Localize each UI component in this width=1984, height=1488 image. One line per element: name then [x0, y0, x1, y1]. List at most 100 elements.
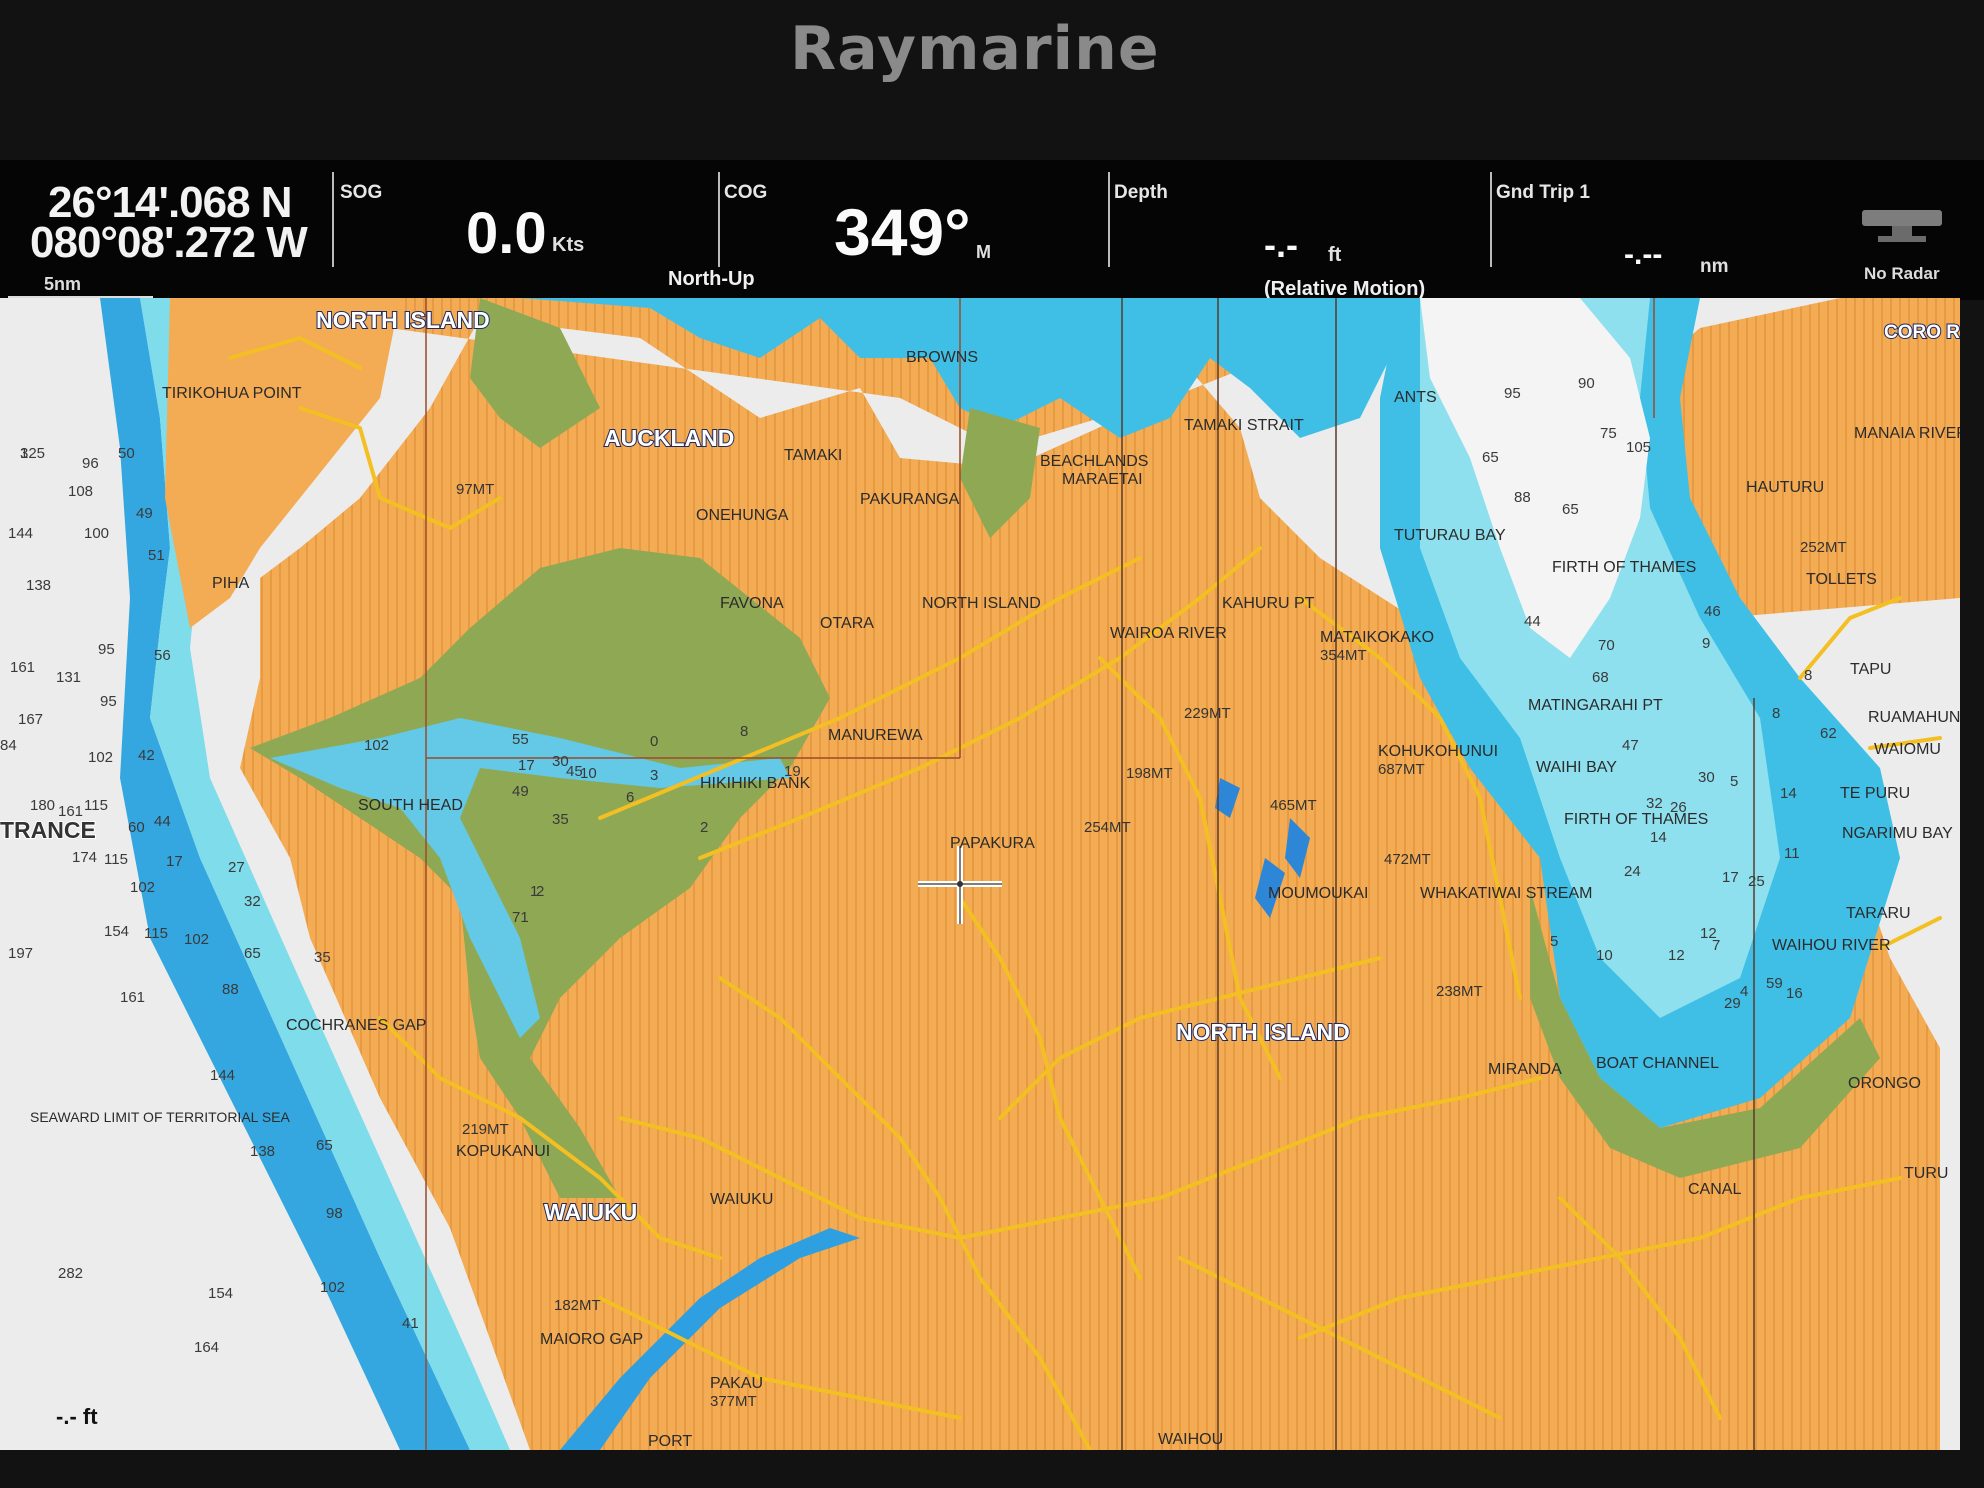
place-label: KAHURU PT: [1222, 595, 1315, 612]
depth-sounding: 47: [1622, 737, 1639, 754]
depth-sounding: 154: [208, 1285, 233, 1302]
depth-sounding: 35: [552, 811, 569, 828]
place-label: TAMAKI STRAIT: [1184, 417, 1304, 434]
depth-unit: ft: [1328, 244, 1342, 266]
depth-sounding: 144: [210, 1067, 235, 1084]
depth-sounding: 10: [580, 765, 597, 782]
depth-sounding: 60: [128, 819, 145, 836]
depth-sounding: 8: [1804, 667, 1812, 684]
gnd-trip-value: -.--: [1624, 238, 1663, 271]
height-label: 219MT: [462, 1121, 509, 1138]
depth-sounding: 95: [1504, 385, 1521, 402]
depth-label: Depth: [1114, 182, 1168, 203]
sog-label: SOG: [340, 182, 383, 203]
depth-sounding: 56: [154, 647, 171, 664]
place-label: KOHUKOHUNUI: [1378, 743, 1498, 760]
depth-sounding: 27: [228, 859, 245, 876]
orientation-mode[interactable]: North-Up: [668, 268, 755, 291]
place-label: MATINGARAHI PT: [1528, 697, 1663, 714]
depth-sounding: 102: [88, 749, 113, 766]
place-label: NORTH ISLAND: [316, 307, 490, 333]
place-label: WAIUKU: [544, 1199, 637, 1225]
depth-sounding: 65: [1562, 501, 1579, 518]
height-label: 687MT: [1378, 761, 1425, 778]
depth-sounding: 65: [316, 1137, 333, 1154]
place-label: MATAIKOKAKO: [1320, 629, 1434, 646]
depth-sounding: 0: [650, 733, 658, 750]
depth-sounding: 98: [326, 1205, 343, 1222]
longitude-readout: 080°08'.272 W: [30, 218, 308, 267]
depth-sounding: 44: [154, 813, 171, 830]
depth-sounding: 12: [1668, 947, 1685, 964]
place-label: ANTS: [1394, 389, 1437, 406]
depth-sounding: 180: [30, 797, 55, 814]
nautical-chart[interactable]: NORTH ISLAND AUCKLAND TIRIKOHUA POINT PI…: [0, 298, 1984, 1452]
depth-sounding: 55: [512, 731, 529, 748]
divider: [1108, 172, 1110, 267]
depth-sounding: 84: [0, 737, 17, 754]
depth-sounding: 26: [1670, 799, 1687, 816]
depth-sounding: 102: [130, 879, 155, 896]
depth-sounding: 62: [1820, 725, 1837, 742]
depth-sounding: 9: [1702, 635, 1710, 652]
depth-sounding: 17: [166, 853, 183, 870]
height-label: 182MT: [554, 1297, 601, 1314]
depth-sounding: 59: [1766, 975, 1783, 992]
depth-value: -.-: [1264, 224, 1298, 265]
place-label: PAPAKURA: [950, 835, 1035, 852]
depth-sounding: 71: [512, 909, 529, 926]
depth-sounding: 102: [320, 1279, 345, 1296]
place-label: FIRTH OF THAMES: [1552, 559, 1696, 576]
place-label: MARAETAI: [1062, 471, 1143, 488]
data-bar: 26°14'.068 N 080°08'.272 W 5nm SOG 0.0 K…: [0, 160, 1984, 300]
place-label: PORT: [648, 1433, 692, 1450]
depth-sounding: 102: [364, 737, 389, 754]
chart-view[interactable]: NORTH ISLAND AUCKLAND TIRIKOHUA POINT PI…: [0, 298, 1984, 1452]
depth-sounding: 44: [1524, 613, 1541, 630]
depth-sounding: 3: [650, 767, 658, 784]
depth-sounding: 12: [1700, 925, 1717, 942]
place-label: PAKURANGA: [860, 491, 960, 508]
place-label: WAIHOU: [1158, 1431, 1223, 1448]
depth-sounding: 131: [56, 669, 81, 686]
depth-sounding: 95: [100, 693, 117, 710]
depth-sounding: 32: [244, 893, 261, 910]
depth-sounding: 3: [20, 445, 28, 462]
cog-label: COG: [724, 182, 768, 203]
depth-sounding: 11: [1784, 845, 1800, 862]
place-label: AUCKLAND: [604, 425, 734, 451]
cog-value: 349°: [834, 195, 971, 269]
place-label: MAIORO GAP: [540, 1331, 643, 1348]
bottom-depth-readout: -.- ft: [56, 1404, 98, 1429]
depth-sounding: 65: [1482, 449, 1499, 466]
depth-sounding: 10: [1596, 947, 1613, 964]
depth-sounding: 161: [58, 803, 83, 820]
place-label: CANAL: [1688, 1181, 1741, 1198]
depth-sounding: 17: [1722, 869, 1739, 886]
depth-sounding: 14: [1780, 785, 1797, 802]
height-label: 465MT: [1270, 797, 1317, 814]
depth-sounding: 88: [222, 981, 239, 998]
radar-status: No Radar: [1864, 264, 1940, 283]
depth-sounding: 96: [82, 455, 99, 472]
place-label: MOUMOUKAI: [1268, 885, 1368, 902]
height-label: 377MT: [710, 1393, 757, 1410]
depth-sounding: 19: [784, 763, 801, 780]
depth-sounding: 50: [118, 445, 135, 462]
depth-sounding: 35: [314, 949, 331, 966]
depth-sounding: 115: [84, 797, 108, 814]
radar-icon[interactable]: [1862, 210, 1942, 244]
depth-sounding: 115: [104, 851, 128, 868]
height-label: 252MT: [1800, 539, 1847, 556]
gnd-trip-unit: nm: [1700, 256, 1729, 277]
depth-sounding: 5: [1730, 773, 1738, 790]
depth-sounding: 8: [1772, 705, 1780, 722]
depth-sounding: 1: [530, 883, 538, 900]
depth-sounding: 65: [244, 945, 261, 962]
place-label: COCHRANES GAP: [286, 1017, 426, 1034]
depth-sounding: 174: [72, 849, 97, 866]
place-label: TIRIKOHUA POINT: [162, 385, 302, 402]
depth-sounding: 115: [144, 925, 168, 942]
height-label: 229MT: [1184, 705, 1231, 722]
place-label: NORTH ISLAND: [922, 595, 1041, 612]
